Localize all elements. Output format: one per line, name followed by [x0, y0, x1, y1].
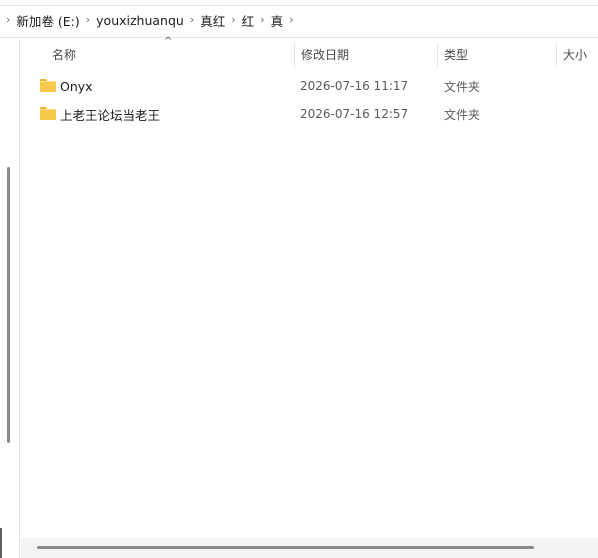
- chevron-right-icon[interactable]: ›: [186, 13, 198, 26]
- file-type: 文件夹: [444, 79, 481, 94]
- file-name: Onyx: [60, 78, 93, 94]
- chevron-right-icon[interactable]: ›: [82, 13, 94, 26]
- breadcrumb-item-hong[interactable]: 红: [240, 11, 257, 30]
- horizontal-scrollbar-thumb[interactable]: [37, 546, 534, 549]
- breadcrumb-item-youxizhuanqu[interactable]: youxizhuanqu: [94, 13, 186, 28]
- file-row-laowang[interactable]: 上老王论坛当老王 2026-07-16 12:57 文件夹: [35, 100, 555, 128]
- chevron-right-icon[interactable]: ›: [2, 13, 14, 26]
- navigation-scrollbar-thumb[interactable]: [7, 167, 10, 443]
- file-name: 上老王论坛当老王: [60, 107, 161, 123]
- file-row-onyx[interactable]: Onyx 2026-07-16 11:17 文件夹: [35, 72, 555, 100]
- file-modified: 2026-07-16 11:17: [300, 79, 409, 93]
- top-divider: [0, 5, 598, 6]
- breadcrumb-item-zhenhong[interactable]: 真红: [198, 11, 227, 30]
- file-type: 文件夹: [444, 107, 481, 122]
- breadcrumb: › 新加卷 (E:) › youxizhuanqu › 真红 › 红 › 真 ›: [2, 11, 298, 30]
- chevron-right-icon[interactable]: ›: [256, 13, 268, 26]
- file-modified: 2026-07-16 12:57: [300, 107, 409, 121]
- address-bar[interactable]: › 新加卷 (E:) › youxizhuanqu › 真红 › 红 › 真 ›: [0, 0, 598, 38]
- column-header-size[interactable]: 大小: [555, 39, 598, 71]
- folder-icon: [40, 107, 56, 120]
- navigation-pane[interactable]: [0, 39, 20, 558]
- file-list[interactable]: ^ 名称 修改日期 类型 大小 Onyx 2026-07-16 11:17 文件…: [21, 36, 598, 558]
- breadcrumb-item-zhen[interactable]: 真: [269, 11, 286, 30]
- folder-icon: [40, 79, 56, 92]
- chevron-right-icon[interactable]: ›: [227, 13, 239, 26]
- chevron-right-icon[interactable]: ›: [285, 13, 297, 26]
- column-header-type[interactable]: 类型: [436, 39, 556, 71]
- breadcrumb-item-drive[interactable]: 新加卷 (E:): [14, 11, 81, 30]
- column-header-modified[interactable]: 修改日期: [293, 39, 437, 71]
- navigation-pane-edge: [0, 528, 2, 558]
- column-header-name[interactable]: 名称: [44, 39, 294, 71]
- column-header-row: ^ 名称 修改日期 类型 大小: [21, 36, 598, 71]
